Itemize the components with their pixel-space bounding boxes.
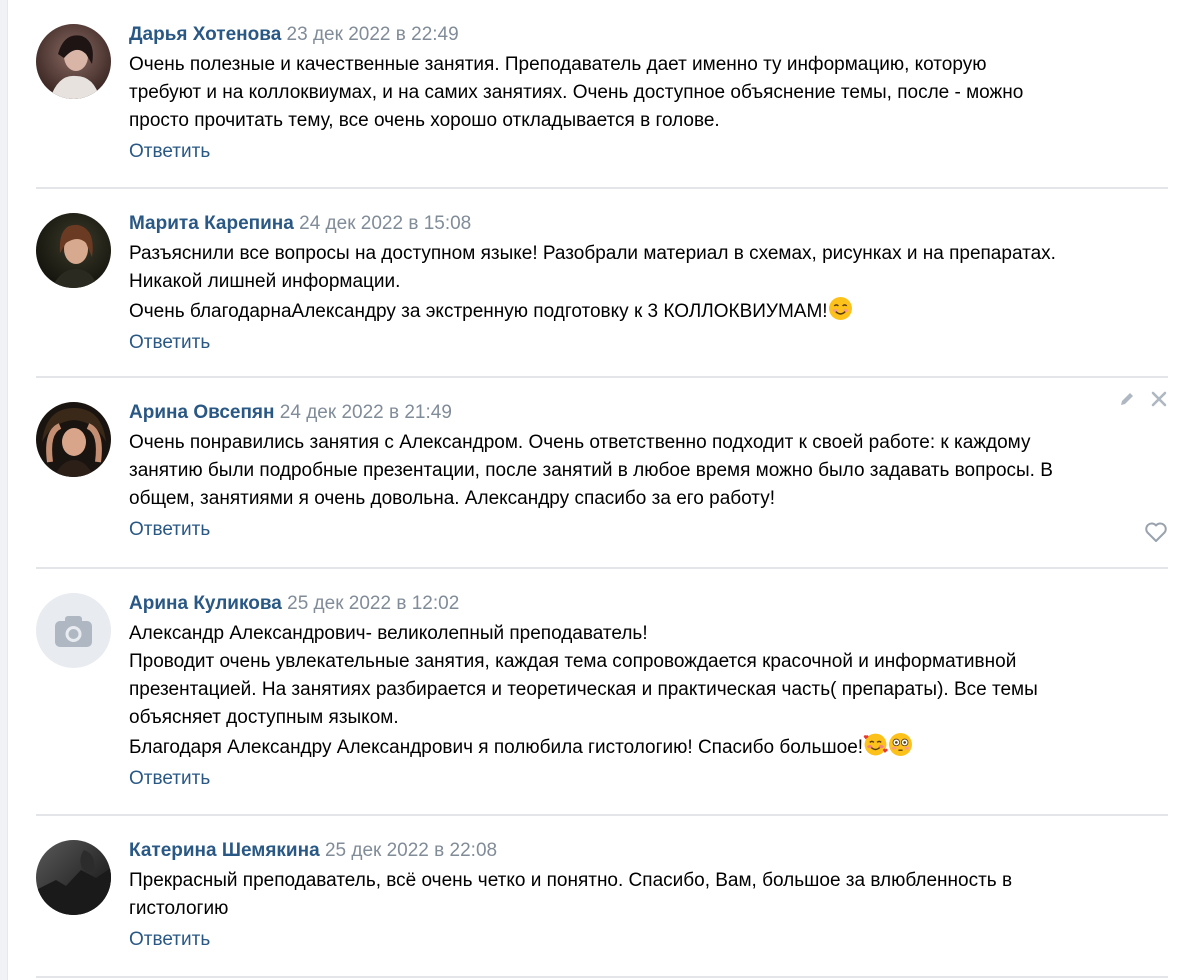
comment-item: Дарья Хотенова 23 дек 2022 в 22:49 Очень… [36, 0, 1168, 189]
comment-text-line: Александр Александрович- великолепный пр… [129, 623, 648, 644]
comment-item: Арина Овсепян 24 дек 2022 в 21:49 Очень … [36, 378, 1168, 569]
reply-link[interactable]: Ответить [129, 332, 1168, 354]
reply-link[interactable]: Ответить [129, 141, 1168, 163]
smiling-face-with-hearts-emoji [863, 733, 888, 756]
comment-text: Разъяснили все вопросы на доступном язык… [129, 240, 1168, 326]
comment-text-line: Разъяснили все вопросы на доступном язык… [129, 243, 1056, 264]
comment-item: Арина Куликова 25 дек 2022 в 12:02 Алекс… [36, 569, 1168, 816]
comment-date[interactable]: 24 дек 2022 в 21:49 [280, 402, 452, 423]
comment-text-line: требуют и на коллоквиумах, и на самих за… [129, 82, 1024, 103]
comment-text-line: занятию были подробные презентации, посл… [129, 460, 1053, 481]
comment-text-line: презентацией. На занятиях разбирается и … [129, 679, 1038, 700]
comment-text-line: Благодаря Александру Александрович я пол… [129, 732, 1168, 762]
camera-icon [55, 616, 92, 647]
avatar[interactable] [36, 24, 111, 99]
comment-author[interactable]: Катерина Шемякина [129, 840, 320, 861]
comment-author[interactable]: Арина Куликова [129, 593, 282, 614]
comment-text-line: Очень понравились занятия с Александром.… [129, 432, 1031, 453]
reply-link[interactable]: Ответить [129, 768, 1168, 790]
comment-text-fragment: Очень благодарнаАлександру за экстренную… [129, 301, 828, 322]
heart-icon[interactable] [1144, 521, 1168, 543]
avatar[interactable] [36, 840, 111, 915]
comment-text: Александр Александрович- великолепный пр… [129, 620, 1168, 762]
avatar[interactable] [36, 402, 111, 477]
comment-text: Очень полезные и качественные занятия. П… [129, 51, 1168, 135]
comments-feed: Дарья Хотенова 23 дек 2022 в 22:49 Очень… [36, 0, 1168, 978]
avatar[interactable] [36, 213, 111, 288]
comment-text-line: Очень полезные и качественные занятия. П… [129, 54, 987, 75]
comment-author[interactable]: Дарья Хотенова [129, 24, 281, 45]
comment-text-fragment: Благодаря Александру Александрович я пол… [129, 737, 864, 758]
comment-text: Прекрасный преподаватель, всё очень четк… [129, 867, 1168, 923]
comment-item: Катерина Шемякина 25 дек 2022 в 22:08 Пр… [36, 816, 1168, 978]
comment-date[interactable]: 23 дек 2022 в 22:49 [287, 24, 459, 45]
comment-date[interactable]: 25 дек 2022 в 22:08 [325, 840, 497, 861]
comment-text: Очень понравились занятия с Александром.… [129, 429, 1168, 513]
comment-text-line: Проводит очень увлекательные занятия, ка… [129, 651, 1017, 672]
smiling-face-emoji [828, 297, 852, 320]
comment-text-line: Никакой лишней информации. [129, 271, 401, 292]
reply-link[interactable]: Ответить [129, 929, 1168, 951]
comment-text-line: Прекрасный преподаватель, всё очень четк… [129, 870, 1013, 891]
comment-text-line: просто прочитать тему, все очень хорошо … [129, 110, 720, 131]
comment-author[interactable]: Марита Карепина [129, 213, 294, 234]
page-left-edge [0, 0, 8, 980]
reply-link[interactable]: Ответить [129, 519, 1168, 541]
comment-text-line: общем, занятиями я очень довольна. Алекс… [129, 488, 775, 509]
comment-date[interactable]: 25 дек 2022 в 12:02 [287, 593, 459, 614]
comment-text-line: объясняет доступным языком. [129, 707, 399, 728]
flushed-face-emoji [889, 733, 913, 756]
comment-text-line: гистологию [129, 898, 229, 919]
comment-author[interactable]: Арина Овсепян [129, 402, 275, 423]
comment-item: Марита Карепина 24 дек 2022 в 15:08 Разъ… [36, 189, 1168, 378]
comment-date[interactable]: 24 дек 2022 в 15:08 [299, 213, 471, 234]
comment-text-line: Очень благодарнаАлександру за экстренную… [129, 296, 1168, 326]
avatar[interactable] [36, 593, 111, 668]
